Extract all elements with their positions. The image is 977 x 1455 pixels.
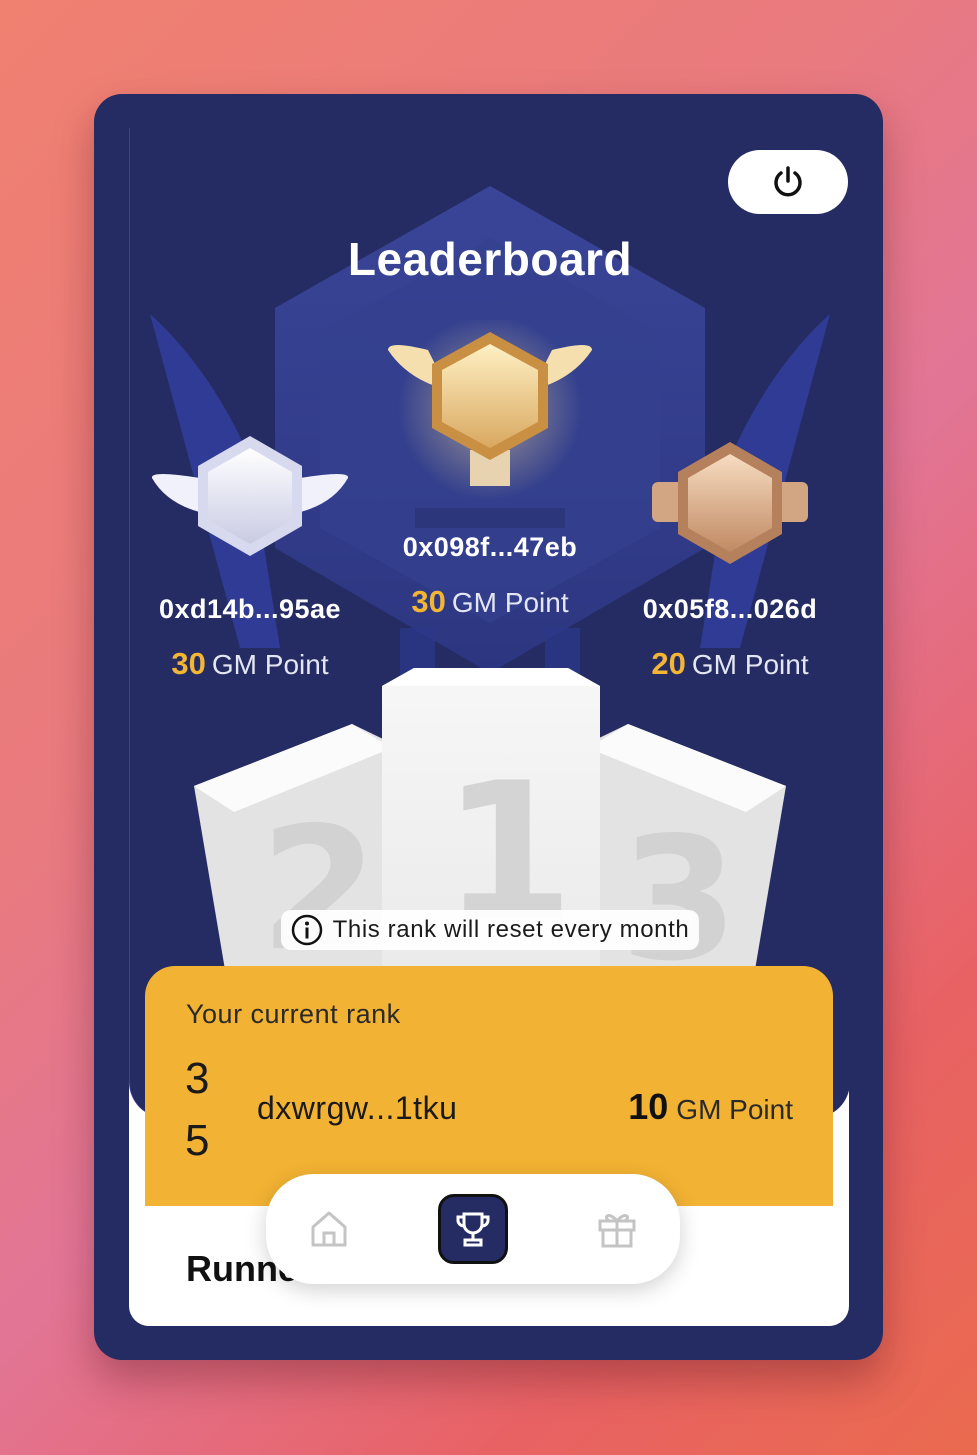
app-frame: Leaderboard 0x098f...47eb 30 GM Point 0x… bbox=[94, 94, 883, 1360]
current-rank-points: 10 GM Point bbox=[628, 1086, 793, 1128]
current-rank-number-line-1: 3 bbox=[185, 1054, 210, 1103]
nav-leaderboard[interactable] bbox=[438, 1194, 508, 1264]
nav-home[interactable] bbox=[294, 1194, 364, 1264]
current-rank-number-line-2: 5 bbox=[185, 1116, 210, 1165]
home-icon bbox=[311, 1211, 347, 1247]
bottom-nav bbox=[266, 1174, 680, 1284]
reset-notice: This rank will reset every month bbox=[281, 910, 699, 950]
current-rank-label: Your current rank bbox=[186, 999, 401, 1029]
current-rank-points-unit: GM Point bbox=[676, 1094, 793, 1125]
podium-label-2: 2 bbox=[260, 791, 378, 989]
trophy-icon bbox=[456, 1212, 490, 1247]
info-icon bbox=[291, 914, 322, 946]
reset-notice-text: This rank will reset every month bbox=[332, 916, 690, 943]
screen: Leaderboard 0x098f...47eb 30 GM Point 0x… bbox=[129, 128, 849, 1326]
current-rank-points-value: 10 bbox=[628, 1086, 669, 1127]
nav-rewards[interactable] bbox=[582, 1194, 652, 1264]
current-rank-user: dxwrgw...1tku bbox=[257, 1090, 458, 1126]
gift-icon bbox=[598, 1214, 636, 1248]
